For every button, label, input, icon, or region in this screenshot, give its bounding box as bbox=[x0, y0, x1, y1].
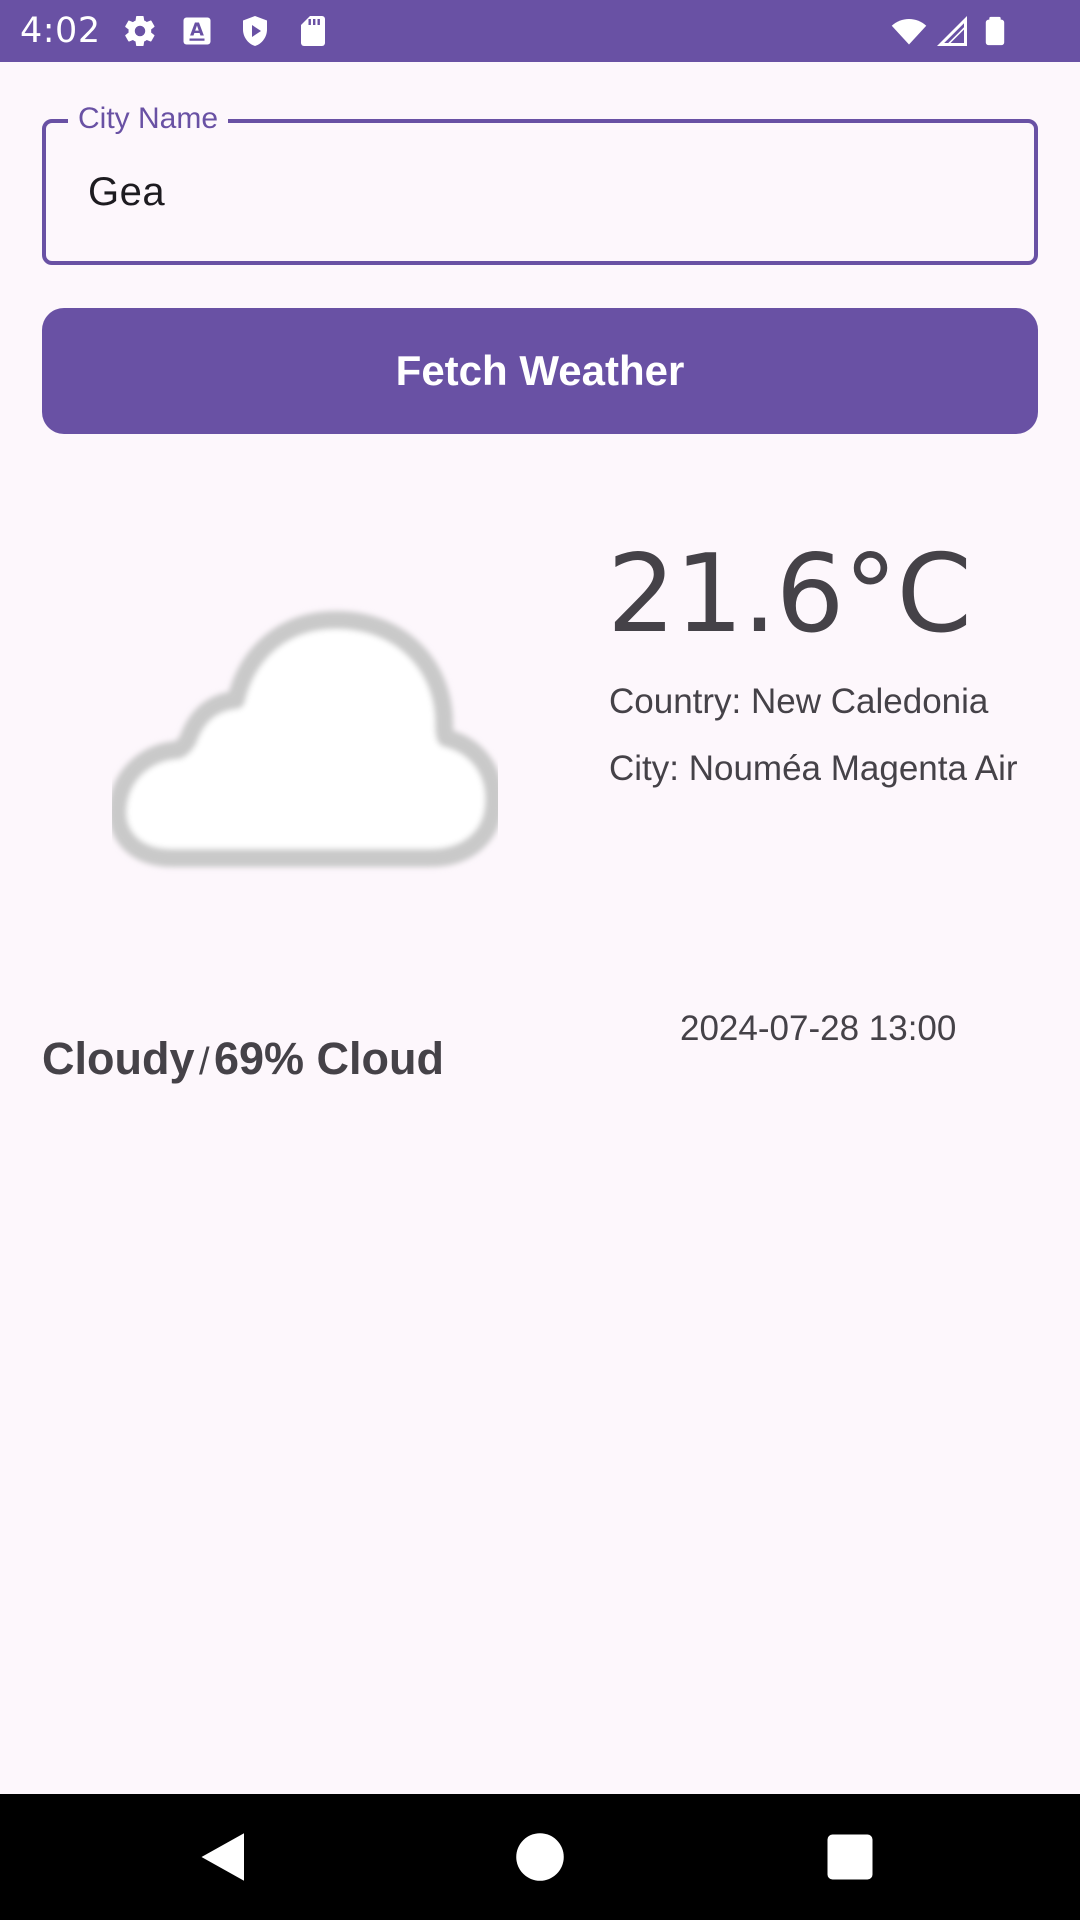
condition-separator: / bbox=[198, 1041, 210, 1083]
city-name-input-value[interactable]: Gea bbox=[88, 169, 165, 215]
city-name-field[interactable]: City Name Gea bbox=[42, 99, 1038, 265]
cloud-icon bbox=[112, 600, 498, 876]
status-time: 4:02 bbox=[20, 11, 101, 51]
svg-text:A: A bbox=[190, 20, 204, 41]
temperature: 21.6°C bbox=[607, 532, 972, 657]
signal-icon bbox=[934, 13, 970, 49]
home-icon[interactable] bbox=[510, 1827, 570, 1887]
recents-icon[interactable] bbox=[820, 1827, 880, 1887]
fetch-weather-button[interactable]: Fetch Weather bbox=[42, 308, 1038, 434]
sd-card-icon bbox=[295, 13, 331, 49]
country-text: Country: New Caledonia bbox=[609, 682, 989, 721]
condition-line: Cloudy / 69% Cloud bbox=[42, 1034, 444, 1095]
forecast-datetime: 2024-07-28 13:00 bbox=[680, 1009, 957, 1048]
navigation-bar bbox=[0, 1794, 1080, 1920]
settings-icon bbox=[122, 13, 158, 49]
city-text: City: Nouméa Magenta Air bbox=[609, 749, 1018, 788]
back-icon[interactable] bbox=[194, 1827, 254, 1887]
city-name-label: City Name bbox=[68, 99, 229, 139]
shield-play-icon bbox=[237, 13, 273, 49]
cloud-cover-text: 69% Cloud bbox=[213, 1033, 445, 1084]
text-a-icon: A bbox=[179, 13, 215, 49]
battery-icon bbox=[978, 13, 1012, 49]
condition-text: Cloudy bbox=[42, 1033, 195, 1084]
status-bar: 4:02 A bbox=[0, 0, 1080, 62]
wifi-icon bbox=[888, 13, 930, 49]
